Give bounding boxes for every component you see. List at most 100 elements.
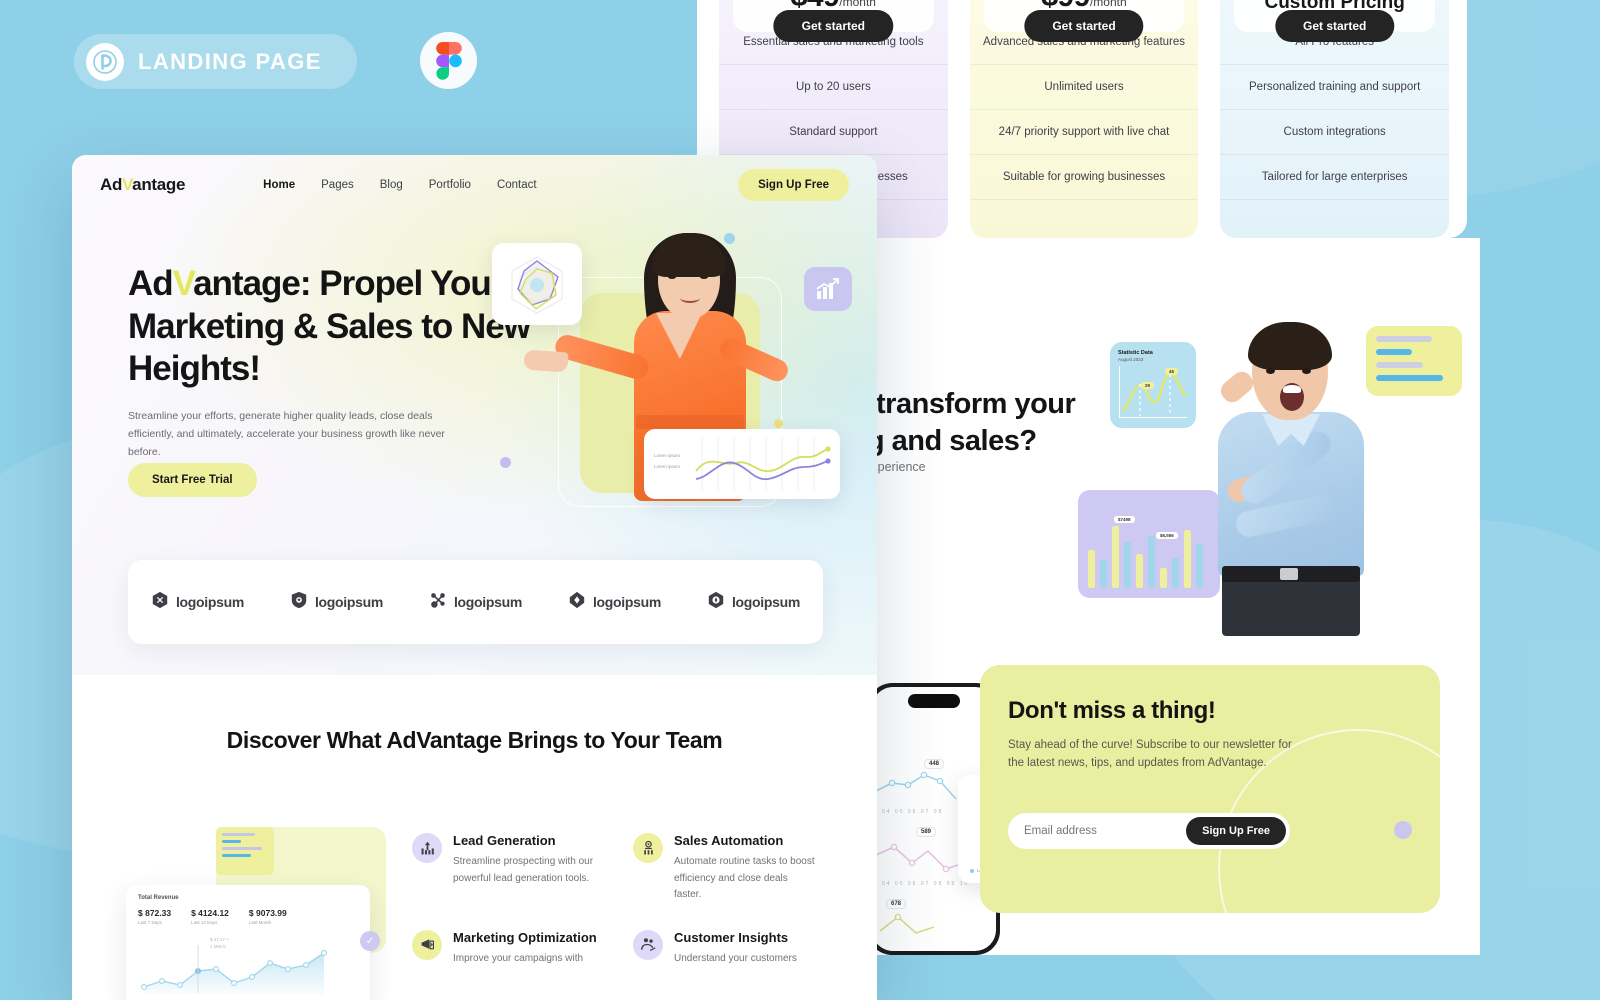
pricing-get-started-button-3[interactable]: Get started — [1274, 10, 1395, 42]
revenue-card-title: Total Revenue — [138, 895, 179, 901]
newsletter-card: Don't miss a thing! Stay ahead of the cu… — [980, 665, 1440, 913]
shield-logo-icon — [290, 591, 308, 614]
revenue-stats: $ 872.33 Last 7 Days $ 4124.12 Last 14 Days… — [138, 908, 358, 925]
pricing-get-started-button-2[interactable]: Get started — [1024, 10, 1144, 42]
person-eye-left — [1266, 368, 1275, 374]
partner-logo-item: logoipsum — [429, 591, 522, 614]
dashboard-note-card — [216, 827, 274, 875]
verified-check-icon: ✓ — [360, 931, 380, 951]
pricing-feature-row: Up to 20 users — [719, 65, 948, 110]
p-mark-icon — [86, 42, 124, 81]
list-stats-card — [1366, 326, 1462, 396]
pricing-period-2: /month — [1089, 0, 1127, 9]
chart-growth-icon — [412, 833, 442, 863]
line-chart-svg — [695, 437, 831, 491]
pricing-card-3: Custom Pricing Get started All Pro feature… — [1220, 0, 1450, 238]
newsletter-title: Don't miss a thing! — [1008, 697, 1216, 724]
nav-link-portfolio[interactable]: Portfolio — [429, 179, 471, 191]
revenue-dashboard-mock: ✓ Total Revenue $ 872.33 Last 7 Days $ 412… — [126, 827, 396, 1000]
nav-link-contact[interactable]: Contact — [497, 179, 537, 191]
cta-illustration: Statistic Data August 2023 29 45 $7498 $… — [1078, 320, 1478, 640]
person-pants — [1222, 574, 1360, 636]
hero-person-smile — [680, 293, 700, 303]
hero-dot-purple — [500, 457, 511, 468]
partner-logo-name: logoipsum — [175, 594, 245, 610]
figma-icon — [435, 41, 462, 80]
hero-person-palm — [523, 349, 569, 373]
statistic-card-subtitle: August 2023 — [1118, 357, 1144, 362]
nav-link-pages[interactable]: Pages — [321, 179, 354, 191]
person-eye-right — [1302, 368, 1311, 374]
partner-logo-name: logoipsum — [453, 594, 523, 610]
partner-logo-item: logoipsum — [568, 591, 661, 614]
hero-dot-yellow — [774, 419, 783, 428]
feature-description: Improve your campaigns with — [453, 952, 584, 964]
revenue-stat: $ 4124.12 Last 14 Days — [191, 908, 229, 925]
partner-logo-item: logoipsum — [707, 591, 800, 614]
feature-item: Sales Automation Automate routine tasks t… — [633, 833, 832, 904]
feature-item: Lead Generation Streamline prospecting wi… — [412, 833, 611, 904]
automation-gear-icon — [633, 833, 663, 863]
statistic-data-card: Statistic Data August 2023 29 45 — [1110, 342, 1196, 428]
feature-description: Understand your customers — [674, 952, 797, 964]
hex-gear-logo-icon — [707, 591, 725, 614]
pricing-features-2: Advanced sales and marketing features Unl… — [969, 20, 1199, 200]
badge-label: LANDING PAGE — [138, 48, 322, 74]
landing-page-preview: AdVantage Home Pages Blog Portfolio Contact … — [72, 155, 877, 1000]
phone-chip-3: 678 — [886, 899, 907, 909]
newsletter-email-input[interactable] — [1008, 825, 1187, 837]
hero-title-pre: Ad — [128, 264, 174, 303]
hexagon-logo-icon — [151, 591, 169, 614]
landing-page-badge: LANDING PAGE — [74, 34, 357, 89]
insights-hand-icon — [633, 929, 663, 960]
feature-title: Sales Automation — [674, 833, 784, 848]
pricing-features-3: All Pro features Personalized training an… — [1220, 20, 1450, 200]
p-mark-svg — [93, 49, 117, 74]
figma-badge — [420, 32, 477, 89]
revenue-stat-label: Last 7 Days — [138, 920, 162, 925]
partner-logo-name: logoipsum — [731, 594, 801, 610]
phone-axis-2: 04 05 06 07 08 09 10 — [882, 881, 970, 887]
line-legend-2: Lorem ipsum — [654, 463, 681, 469]
pricing-get-started-button-1[interactable]: Get started — [773, 10, 894, 42]
list-stats-lines — [1376, 336, 1452, 381]
feature-description: Automate routine tasks to boost efficien… — [674, 856, 815, 900]
statistic-wave-svg — [1121, 372, 1187, 416]
hero-cta-button[interactable]: Start Free Trial — [128, 463, 257, 497]
phone-axis-1: 04 05 06 07 08 — [882, 809, 944, 815]
newsletter-form: Sign Up Free — [1008, 813, 1290, 849]
statistic-tag-1: 29 — [1141, 382, 1155, 389]
site-logo[interactable]: AdVantage — [100, 175, 185, 195]
revenue-stat-value: $ 9073.99 — [248, 908, 287, 918]
revenue-stat-label: Last 14 Days — [191, 920, 218, 925]
feature-title: Customer Insights — [674, 929, 789, 945]
revenue-tooltip-sub: 1 Metric — [210, 943, 227, 949]
site-navbar: AdVantage Home Pages Blog Portfolio Contact … — [72, 155, 877, 215]
person-mouth — [1280, 383, 1304, 411]
bar-chart-bars — [1088, 512, 1203, 588]
pricing-feature-row: 24/7 priority support with live chat — [969, 110, 1199, 155]
partner-logo-name: logoipsum — [592, 594, 662, 610]
revenue-stat: $ 9073.99 Last Month — [249, 908, 287, 925]
navbar-links: Home Pages Blog Portfolio Contact — [263, 179, 536, 191]
line-legend-1: Lorem ipsum — [654, 453, 681, 458]
revenue-tooltip-value: $ 47.17 + — [210, 937, 229, 942]
pricing-feature-row: Custom integrations — [1220, 110, 1450, 155]
bar-chart-card: $7498 $6,556 — [1078, 490, 1220, 598]
nav-link-blog[interactable]: Blog — [380, 179, 403, 191]
newsletter-signup-button[interactable]: Sign Up Free — [1186, 817, 1286, 845]
nav-link-home[interactable]: Home — [263, 179, 295, 191]
hero-person-eye-left — [668, 275, 676, 279]
phone-chip-1: 448 — [924, 759, 945, 769]
revenue-stat-label: Last Month — [248, 920, 272, 925]
revenue-card: ✓ Total Revenue $ 872.33 Last 7 Days $ 412… — [126, 885, 380, 1000]
newsletter-dot-decoration — [1394, 821, 1412, 839]
person-illustration — [1206, 322, 1376, 636]
pricing-feature-row: Standard support — [719, 110, 948, 155]
navbar-signup-button[interactable]: Sign Up Free — [738, 169, 849, 201]
molecule-logo-icon — [429, 591, 447, 614]
logo-text-post: antage — [132, 175, 186, 194]
trend-up-icon — [816, 278, 839, 299]
megaphone-chart-icon — [412, 929, 442, 960]
feature-item: Marketing Optimization Improve your campa… — [412, 929, 611, 968]
